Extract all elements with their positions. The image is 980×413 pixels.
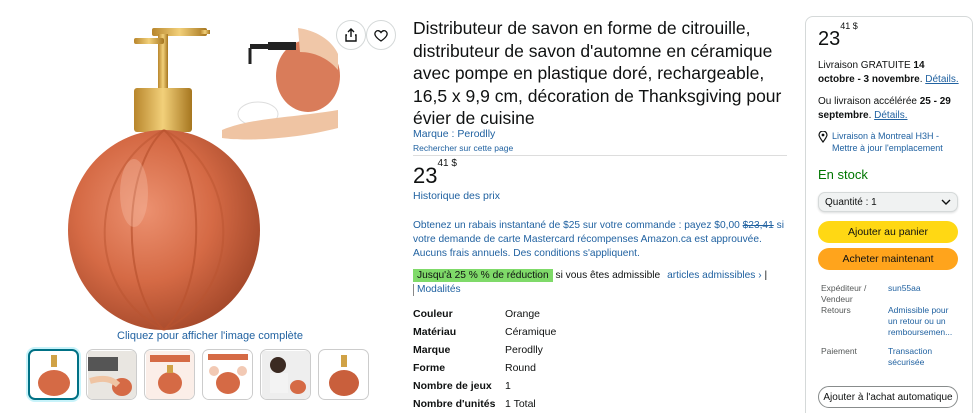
buy-now-button[interactable]: Acheter maintenant	[818, 248, 958, 270]
spec-row: Matériau Céramique	[413, 326, 557, 338]
shipper-label: Expéditeur / Vendeur	[821, 283, 867, 304]
share-icon	[345, 28, 357, 42]
chevron-down-icon	[941, 199, 951, 205]
modalites-separator	[413, 284, 414, 296]
payment-label: Paiement	[821, 346, 857, 356]
spec-row: Nombre de jeux 1	[413, 380, 511, 392]
deal-row: Jusqu'à 25 % % de réduction si vous êtes…	[413, 269, 767, 282]
heart-icon	[374, 29, 388, 42]
specs-table: Couleur Orange Matériau Céramique Marque Pe…	[413, 305, 556, 413]
delivery-location[interactable]: Livraison à Montreal H3H - Mettre à jour…	[818, 130, 963, 154]
auto-buy-button[interactable]: Ajouter à l'achat automatique	[818, 386, 958, 408]
returns-label: Retours	[821, 305, 851, 315]
see-full-image-link[interactable]: Cliquez pour afficher l'image complète	[117, 330, 303, 342]
mastercard-promo[interactable]: Obtenez un rabais instantané de $25 sur …	[413, 219, 788, 261]
spec-row: Marque Perodlly	[413, 344, 543, 356]
express-delivery-info: Ou livraison accélérée 25 - 29 septembre…	[818, 96, 951, 121]
share-button[interactable]	[336, 20, 366, 50]
deal-separator: |	[764, 270, 768, 281]
thumbnail-4[interactable]	[202, 349, 253, 400]
payment-value[interactable]: Transaction sécurisée	[888, 346, 958, 368]
brand-link[interactable]: Marque : Perodlly	[413, 128, 495, 140]
shipper-value[interactable]: sun55aa	[888, 283, 958, 294]
thumbnail-1[interactable]	[28, 349, 79, 400]
thumbnail-3[interactable]	[144, 349, 195, 400]
eligible-items-link[interactable]: articles admissibles ›	[667, 270, 762, 281]
search-page-link[interactable]: Rechercher sur cette page	[413, 143, 513, 153]
add-to-cart-button[interactable]: Ajouter au panier	[818, 221, 958, 243]
spec-row: Couleur Orange	[413, 308, 541, 320]
spec-row: Nombre d'unités 1 Total	[413, 398, 536, 410]
delivery-info: Livraison GRATUITE 14 octobre - 3 novemb…	[818, 60, 959, 85]
thumbnail-2[interactable]	[86, 349, 137, 400]
buybox-price: 2341 $	[818, 21, 858, 50]
thumbnail-strip	[28, 349, 369, 400]
express-details-link[interactable]: Détails.	[874, 110, 907, 121]
product-price: 2341 $	[413, 157, 457, 188]
deal-badge: Jusqu'à 25 % % de réduction	[413, 269, 553, 282]
spec-row: Forme Round	[413, 362, 536, 374]
main-product-image[interactable]	[60, 18, 340, 333]
product-title: Distributeur de savon en forme de citrou…	[413, 18, 782, 128]
thumbnail-6[interactable]	[318, 349, 369, 400]
delivery-details-link[interactable]: Détails.	[925, 74, 958, 85]
returns-value[interactable]: Admissible pour un retour ou un rembours…	[888, 305, 958, 338]
terms-link[interactable]: Modalités	[417, 284, 461, 295]
wishlist-button[interactable]	[366, 20, 396, 50]
location-pin-icon	[818, 131, 828, 143]
thumbnail-5[interactable]	[260, 349, 311, 400]
price-history-link[interactable]: Historique des prix	[413, 190, 500, 202]
quantity-select[interactable]: Quantité : 1	[818, 192, 958, 212]
stock-status: En stock	[818, 167, 868, 182]
divider	[413, 155, 787, 156]
